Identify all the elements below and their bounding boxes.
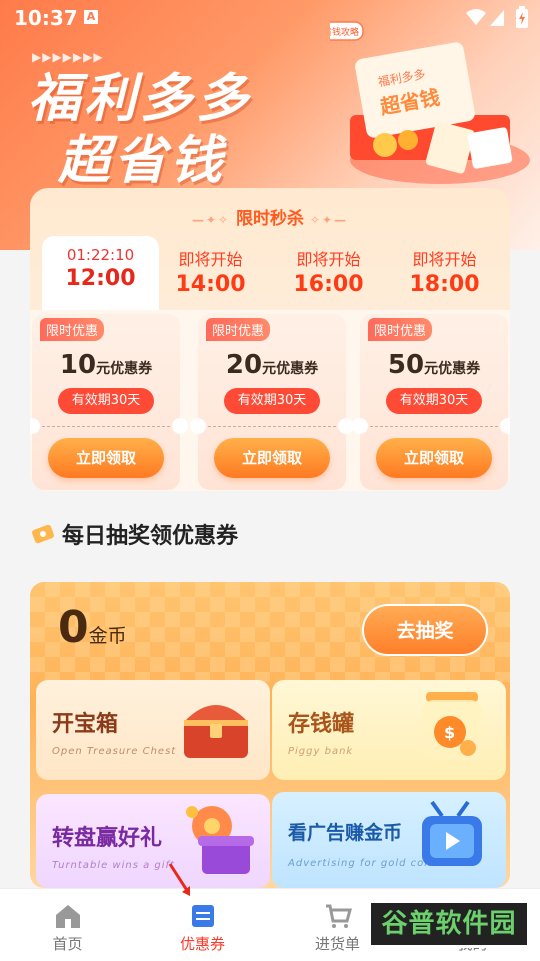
watermark-text: 谷普软件园 [381,909,517,939]
flash-sale-title: —✦✧ 限时秒杀 ✧✦— [30,204,510,229]
coupon-notch [190,418,206,434]
coupon-tag: 限时优惠 [40,318,105,341]
pointer-arrow-icon [168,863,190,896]
tab-label: 首页 [52,935,83,953]
tile-watch-ads[interactable]: 看广告赚金币 Advertising for gold coins [272,792,506,888]
coupon-unit: 元优惠券 [424,361,481,377]
sparkle-icon: —✦✧ [191,213,231,227]
sparkle-icon: ✧✦— [309,213,349,227]
coupon-validity: 有效期30天 [386,388,482,414]
slot-hour: 14:00 [175,272,246,297]
coupon-notch [352,418,368,434]
claim-button[interactable]: 立即领取 [48,438,164,478]
coupon-tag: 限时优惠 [206,318,271,341]
coupon-notch [500,418,510,434]
draw-button[interactable]: 去抽奖 [362,604,488,656]
coupon-tag: 限时优惠 [368,318,433,341]
tab-home[interactable]: 首页 [0,889,135,961]
coupon-amount: 10元优惠券 [32,350,180,380]
coupon-notch [30,418,40,434]
coupon-icon [191,905,214,927]
coupon-card: 限时优惠 10元优惠券 有效期30天 立即领取 [30,314,188,490]
coupon-amount: 50元优惠券 [360,350,508,380]
slot-hour: 18:00 [409,272,480,297]
coupon-list: 限时优惠 10元优惠券 有效期30天 立即领取 限时优惠 20元优惠券 有效期3… [30,310,510,491]
cart-icon [325,904,352,928]
flash-sale-card: —✦✧ 限时秒杀 ✧✦— 01:22:10 12:00 即将开始 14:00 即… [30,188,510,491]
slot-label: 即将开始 [412,250,477,269]
tile-title: 开宝箱 [52,712,119,737]
tab-coupons[interactable]: 优惠券 [135,889,270,961]
coupon-divider [208,426,336,427]
tile-title: 存钱罐 [288,712,355,737]
status-time: 10:37 [14,6,78,30]
notification-icon: A [84,10,98,24]
art-badge: 省钱攻略 [330,26,359,38]
ticket-icon [32,524,54,544]
tile-subtitle: Open Treasure Chest [52,746,177,757]
coupon-unit: 元优惠券 [96,361,153,377]
time-slot-1600[interactable]: 即将开始 16:00 [270,236,387,310]
watermark-logo: 谷普软件园 [368,900,530,948]
coupon-validity: 有效期30天 [224,388,320,414]
slot-label: 即将开始 [178,250,243,269]
slot-label: 01:22:10 [66,246,135,264]
coupon-validity: 有效期30天 [58,388,154,414]
coin-jar-icon: $ [422,692,482,760]
coupon-value: 50 [387,350,425,380]
claim-button[interactable]: 立即领取 [214,438,330,478]
slot-label: 即将开始 [296,250,361,269]
coin-unit: 金币 [88,625,127,647]
coupon-divider [370,426,498,427]
time-slot-1800[interactable]: 即将开始 18:00 [386,236,503,310]
svg-text:$: $ [444,723,455,742]
flash-sale-title-text: 限时秒杀 [236,209,304,229]
coupon-card: 限时优惠 20元优惠券 有效期30天 立即领取 [190,314,354,490]
slot-hour: 16:00 [293,272,364,297]
claim-button[interactable]: 立即领取 [376,438,492,478]
headline-line2: 超省钱 [58,131,227,191]
section-title: 每日抽奖领优惠券 [30,518,238,550]
coupon-unit: 元优惠券 [262,361,319,377]
tile-treasure-chest[interactable]: 开宝箱 Open Treasure Chest [36,680,270,780]
tv-play-icon [422,800,482,866]
coin-balance: 0金币 [58,602,127,653]
time-slot-1200[interactable]: 01:22:10 12:00 [42,236,159,310]
coupon-amount: 20元优惠券 [198,350,346,380]
time-slot-1400[interactable]: 即将开始 14:00 [152,236,269,310]
lottery-card: 0金币 去抽奖 开宝箱 Open Treasure Chest 存钱罐 Pigg… [30,582,510,888]
tile-turntable[interactable]: 转盘赢好礼 Turntable wins a gift [36,794,270,888]
tile-subtitle: Piggy bank [288,746,354,757]
treasure-chest-icon [184,705,248,758]
tile-piggy-bank[interactable]: 存钱罐 Piggy bank $ [272,680,506,780]
tile-subtitle: Turntable wins a gift [52,860,175,871]
coin-value: 0 [58,602,89,653]
section-title-text: 每日抽奖领优惠券 [62,524,239,549]
tile-title: 看广告赚金币 [288,822,403,844]
coupon-value: 20 [225,350,263,380]
tab-label: 优惠券 [179,935,225,953]
time-slots: 01:22:10 12:00 即将开始 14:00 即将开始 16:00 即将开… [30,236,510,310]
coupon-card: 限时优惠 50元优惠券 有效期30天 立即领取 [352,314,510,490]
slot-hour: 12:00 [65,266,136,291]
home-icon [55,905,80,928]
gift-box-illustration: 福利多多 超省钱 省钱攻略 [330,21,530,184]
coupon-notch [172,418,188,434]
tile-title: 转盘赢好礼 [52,826,163,851]
coupon-divider [42,426,170,427]
coupon-value: 10 [59,350,97,380]
